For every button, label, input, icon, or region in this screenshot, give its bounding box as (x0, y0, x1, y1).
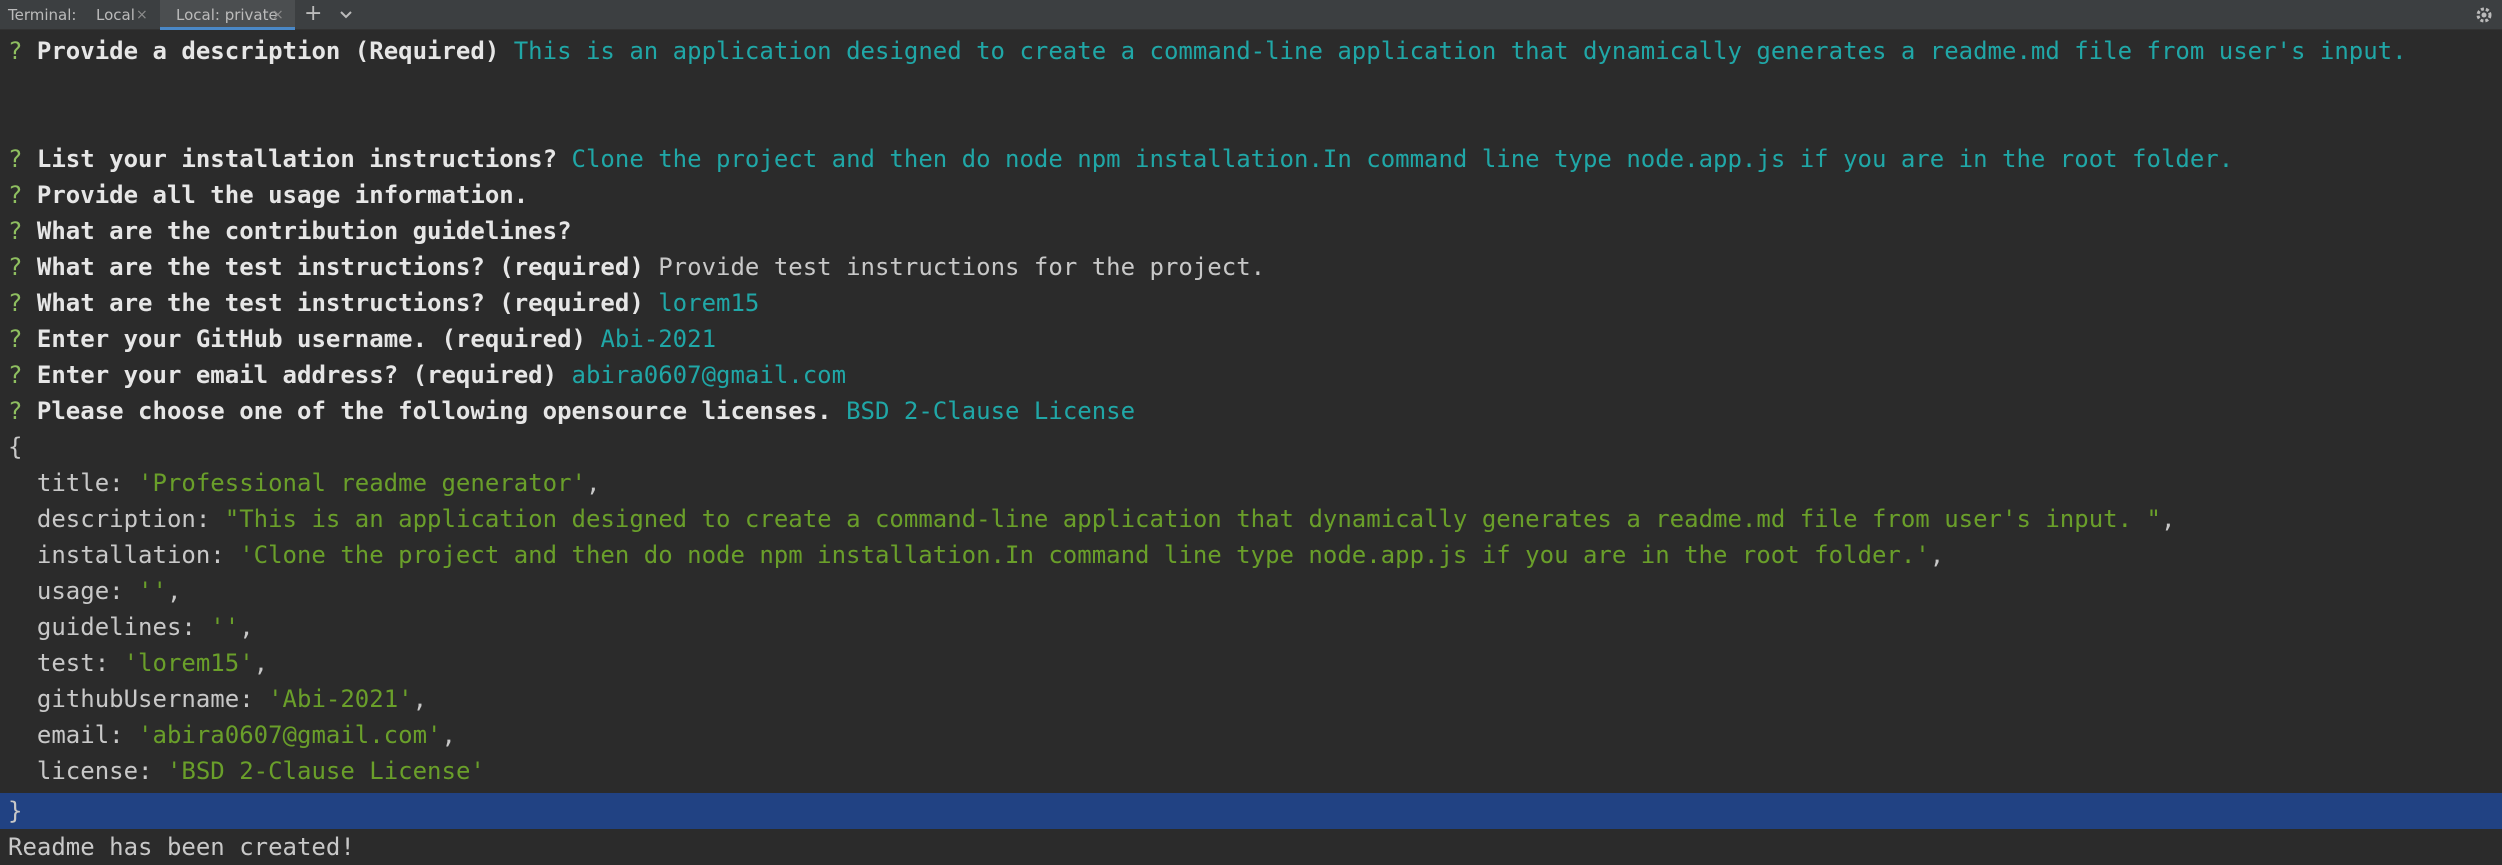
object-key: usage: (8, 577, 139, 605)
object-key: description: (8, 505, 225, 533)
prompt-text: Provide a description (Required) (36, 37, 500, 65)
object-entry-email: email: 'abira0607@gmail.com', (8, 717, 456, 753)
object-entry-guidelines: guidelines: '', (8, 609, 254, 645)
question-mark: ? (8, 253, 23, 281)
question-mark: ? (8, 325, 23, 353)
gear-icon[interactable] (2474, 5, 2494, 25)
object-suffix: , (1929, 541, 1945, 569)
object-value: 'lorem15' (123, 649, 254, 677)
object-value: 'Clone the project and then do node npm … (239, 541, 1930, 569)
prompt-line-description: ? Provide a description (Required) This … (8, 33, 2407, 69)
object-value: "This is an application designed to crea… (224, 505, 2161, 533)
object-value: 'abira0607@gmail.com' (138, 721, 442, 749)
tab-local-private-label: Local: private (176, 6, 278, 24)
object-entry-test: test: 'lorem15', (8, 645, 268, 681)
object-key: installation: (8, 541, 240, 569)
question-mark: ? (8, 361, 23, 389)
prompt-line-test-1: ? What are the test instructions? (requi… (8, 249, 1265, 285)
object-entry-license: license: 'BSD 2-Clause License' (8, 753, 485, 789)
object-value: '' (138, 577, 167, 605)
object-key: title: (8, 469, 139, 497)
object-key: githubUsername: (8, 685, 269, 713)
object-suffix: , (412, 685, 428, 713)
selection-highlight (0, 793, 2502, 829)
object-suffix: , (2160, 505, 2176, 533)
tab-local-label: Local (96, 6, 135, 24)
object-key: license: (8, 757, 167, 785)
object-entry-installation: installation: 'Clone the project and the… (8, 537, 1944, 573)
object-value: 'Professional readme generator' (138, 469, 586, 497)
prompt-text: What are the contribution guidelines? (36, 217, 572, 245)
answer-text: lorem15 (658, 289, 760, 317)
object-value: '' (210, 613, 240, 641)
plus-icon[interactable]: + (304, 1, 322, 27)
prompt-line-installation: ? List your installation instructions? C… (8, 141, 2233, 177)
object-suffix: , (441, 721, 456, 749)
terminal-tab-bar: Terminal: Local × Local: private × + (0, 0, 2502, 30)
object-entry-github-username: githubUsername: 'Abi-2021', (8, 681, 427, 717)
prompt-line-guidelines: ? What are the contribution guidelines? (8, 213, 572, 249)
object-entry-usage: usage: '', (8, 573, 182, 609)
prompt-line-github: ? Enter your GitHub username. (required)… (8, 321, 716, 357)
question-mark: ? (8, 397, 23, 425)
object-key: test: (8, 649, 124, 677)
question-mark: ? (8, 37, 23, 65)
prompt-text: Enter your GitHub username. (required) (36, 325, 586, 353)
object-open-brace: { (8, 433, 23, 461)
prompt-line-test-2: ? What are the test instructions? (requi… (8, 285, 759, 321)
question-mark: ? (8, 145, 23, 173)
object-suffix: , (253, 649, 269, 677)
object-key: email: (8, 721, 139, 749)
tab-local[interactable]: Local × (90, 0, 156, 30)
question-mark: ? (8, 217, 23, 245)
close-icon[interactable]: × (136, 6, 148, 24)
object-key: guidelines: (8, 613, 211, 641)
terminal-label: Terminal: (8, 6, 77, 24)
prompt-line-email: ? Enter your email address? (required) a… (8, 357, 846, 393)
terminal-output[interactable]: ? Provide a description (Required) This … (0, 30, 2502, 861)
object-value: 'BSD 2-Clause License' (166, 757, 485, 785)
prompt-text: Provide all the usage information. (36, 181, 529, 209)
prompt-text: What are the test instructions? (require… (36, 289, 644, 317)
prompt-line-usage: ? Provide all the usage information. (8, 177, 528, 213)
prompt-text: What are the test instructions? (require… (36, 253, 644, 281)
answer-text: abira0607@gmail.com (571, 361, 847, 389)
answer-text: BSD 2-Clause License (846, 397, 1136, 425)
chevron-down-icon[interactable] (337, 6, 355, 24)
close-icon[interactable]: × (272, 6, 284, 24)
tab-local-private[interactable]: Local: private × (160, 0, 295, 30)
final-message: Readme has been created! (8, 833, 355, 861)
answer-text: Clone the project and then do node npm i… (571, 145, 2234, 173)
answer-text: Abi-2021 (600, 325, 717, 353)
object-entry-description: description: "This is an application des… (8, 501, 2176, 537)
answer-text: Provide test instructions for the projec… (658, 253, 1266, 281)
question-mark: ? (8, 289, 23, 317)
object-suffix: , (239, 613, 254, 641)
prompt-text: List your installation instructions? (36, 145, 558, 173)
prompt-text: Please choose one of the following opens… (36, 397, 832, 425)
question-mark: ? (8, 181, 23, 209)
object-suffix: , (166, 577, 182, 605)
answer-text: This is an application designed to creat… (513, 37, 2407, 65)
prompt-line-license: ? Please choose one of the following ope… (8, 393, 1135, 429)
object-suffix: , (585, 469, 601, 497)
object-close-brace: } (8, 797, 23, 825)
prompt-text: Enter your email address? (required) (36, 361, 558, 389)
object-entry-title: title: 'Professional readme generator', (8, 465, 601, 501)
object-value: 'Abi-2021' (268, 685, 413, 713)
